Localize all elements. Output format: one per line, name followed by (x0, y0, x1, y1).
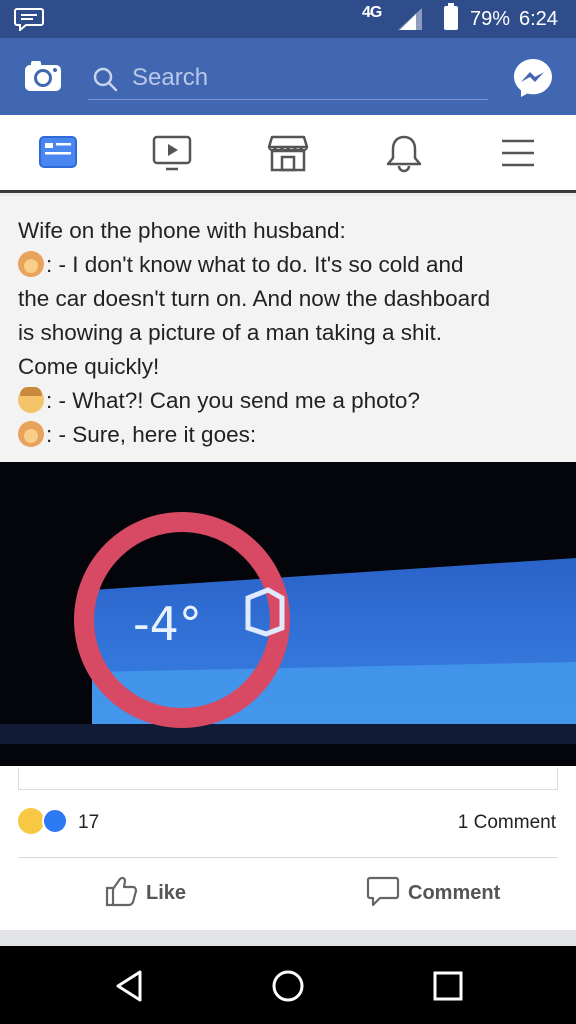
meme-line: is showing a picture of a man taking a s… (18, 320, 442, 345)
search-icon (93, 67, 118, 92)
feed-gap (0, 930, 576, 946)
comment-icon (366, 876, 400, 907)
dashboard-photo[interactable]: -4° (0, 462, 576, 766)
divider (18, 857, 558, 858)
top-bar: Search (0, 38, 576, 115)
comment-button[interactable]: Comment (366, 874, 506, 914)
chat-notification-icon (14, 8, 44, 31)
thumbs-up-icon (105, 876, 138, 907)
signal-icon (398, 8, 422, 30)
messenger-icon[interactable] (512, 57, 554, 99)
like-button[interactable]: Like (104, 874, 194, 914)
comment-label: Comment (408, 882, 501, 904)
meme-line: Wife on the phone with husband: (18, 218, 346, 243)
marketplace-icon[interactable] (266, 133, 310, 173)
meme-line: : - Sure, here it goes: (18, 418, 558, 452)
news-feed-icon[interactable] (36, 133, 80, 173)
meme-line: : - I don't know what to do. It's so col… (18, 248, 558, 282)
main-nav (0, 115, 576, 193)
battery-percent: 79% (470, 8, 511, 30)
meme-line: the car doesn't turn on. And now the das… (18, 286, 491, 311)
meme-text-block: Wife on the phone with husband: : - I do… (0, 196, 576, 462)
meme-line: : - What?! Can you send me a photo? (18, 384, 558, 418)
feed-post: Wife on the phone with husband: : - I do… (0, 196, 576, 930)
bell-icon[interactable] (382, 133, 426, 173)
woman-emoji-icon (18, 421, 44, 447)
temperature-reading: -4° (133, 597, 202, 651)
like-reaction-icon (42, 808, 68, 834)
haha-reaction-icon (18, 808, 44, 834)
system-nav-bar (0, 946, 576, 1024)
man-emoji-icon (18, 387, 44, 413)
woman-emoji-icon (18, 251, 44, 277)
search-bar[interactable]: Search (88, 60, 488, 100)
video-icon[interactable] (150, 133, 194, 173)
menu-icon[interactable] (496, 133, 540, 173)
meme-line: Come quickly! (18, 354, 160, 379)
status-bar: 4G 79% 6:24 (0, 0, 576, 38)
back-icon[interactable] (112, 968, 148, 1004)
recents-icon[interactable] (430, 968, 466, 1004)
home-icon[interactable] (270, 968, 306, 1004)
reaction-count: 17 (78, 812, 100, 833)
network-type: 4G (362, 4, 382, 21)
clock: 6:24 (519, 8, 558, 30)
search-placeholder: Search (132, 64, 209, 91)
camera-icon[interactable] (24, 60, 62, 92)
like-label: Like (146, 882, 187, 904)
comment-count[interactable]: 1 Comment (458, 812, 556, 834)
battery-icon (444, 3, 458, 30)
caption-box (18, 768, 558, 790)
